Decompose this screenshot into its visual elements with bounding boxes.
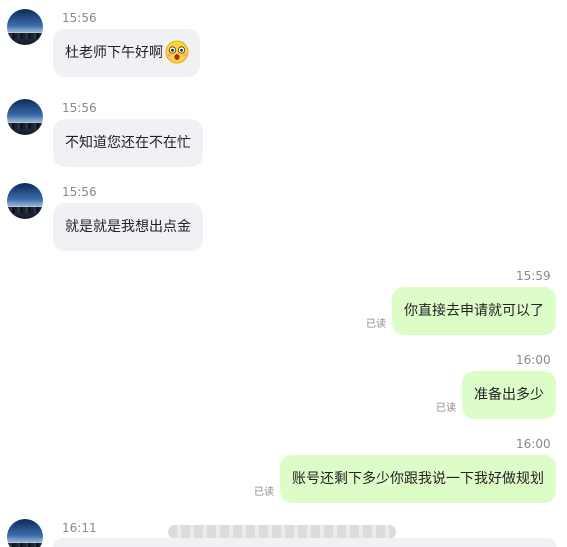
chat-message-list: 15:56 杜老师下午好啊 15:56 不知道您还在不在忙 15:56 就是就是… bbox=[0, 0, 567, 547]
avatar[interactable] bbox=[7, 183, 43, 219]
message-timestamp: 15:56 bbox=[62, 11, 97, 25]
message-bubble[interactable]: 账号还剩下多少你跟我说一下我好做规划 bbox=[280, 455, 556, 503]
shocked-face-emoji-icon bbox=[165, 40, 189, 63]
message-bubble[interactable] bbox=[53, 538, 557, 547]
message-bubble[interactable]: 你直接去申请就可以了 bbox=[392, 287, 556, 335]
avatar[interactable] bbox=[7, 9, 43, 45]
message-text: 你直接去申请就可以了 bbox=[404, 303, 544, 319]
message-timestamp: 16:00 bbox=[516, 437, 551, 451]
message-text: 就是就是我想出点金 bbox=[65, 219, 191, 235]
message-timestamp: 15:59 bbox=[516, 269, 551, 283]
read-status: 已读 bbox=[436, 403, 456, 414]
message-bubble[interactable]: 杜老师下午好啊 bbox=[53, 29, 200, 77]
message-text: 准备出多少 bbox=[474, 387, 544, 403]
message-timestamp: 15:56 bbox=[62, 185, 97, 199]
blurred-text bbox=[168, 525, 396, 539]
read-status: 已读 bbox=[254, 487, 274, 498]
avatar[interactable] bbox=[7, 519, 43, 547]
avatar[interactable] bbox=[7, 99, 43, 135]
message-timestamp: 16:00 bbox=[516, 353, 551, 367]
message-timestamp: 16:11 bbox=[62, 521, 97, 535]
message-text: 不知道您还在不在忙 bbox=[65, 135, 191, 151]
message-text: 杜老师下午好啊 bbox=[65, 45, 163, 61]
message-text: 账号还剩下多少你跟我说一下我好做规划 bbox=[292, 471, 544, 487]
read-status: 已读 bbox=[366, 319, 386, 330]
message-bubble[interactable]: 就是就是我想出点金 bbox=[53, 203, 203, 251]
message-timestamp: 15:56 bbox=[62, 101, 97, 115]
message-bubble[interactable]: 准备出多少 bbox=[462, 371, 556, 419]
message-bubble[interactable]: 不知道您还在不在忙 bbox=[53, 119, 203, 167]
